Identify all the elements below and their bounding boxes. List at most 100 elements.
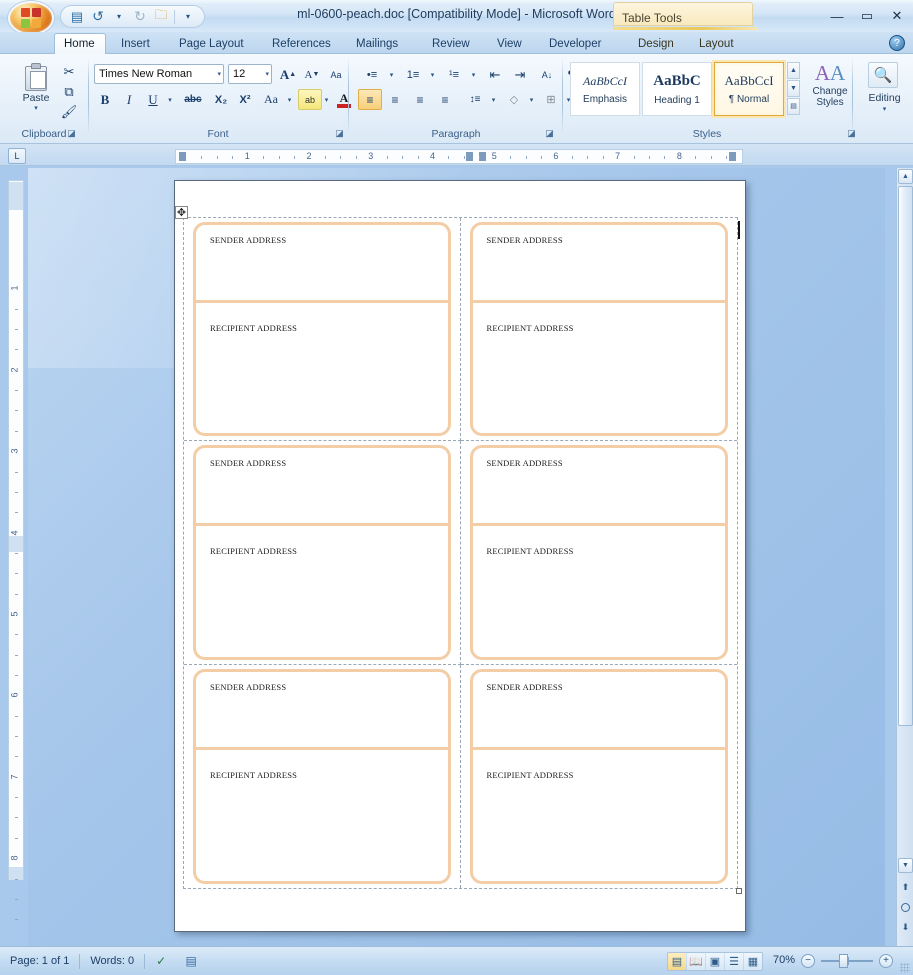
label-card[interactable]: SENDER ADDRESS RECIPIENT ADDRESS	[193, 669, 451, 884]
tab-insert[interactable]: Insert	[112, 34, 159, 54]
label-card[interactable]: SENDER ADDRESS RECIPIENT ADDRESS	[470, 222, 729, 436]
table-cell[interactable]: SENDER ADDRESS RECIPIENT ADDRESS	[184, 665, 461, 888]
bullets-dropdown-icon[interactable]: ▾	[386, 64, 397, 85]
table-cell[interactable]: SENDER ADDRESS RECIPIENT ADDRESS	[184, 218, 461, 441]
style-heading-1[interactable]: AaBbC Heading 1	[642, 62, 712, 116]
change-case-button[interactable]: Aa	[258, 89, 284, 110]
close-button[interactable]: ✕	[887, 8, 907, 24]
numbering-dropdown-icon[interactable]: ▾	[427, 64, 438, 85]
highlight-dropdown-icon[interactable]: ▾	[321, 89, 332, 110]
copy-button[interactable]: ⧉	[58, 82, 80, 101]
vertical-scrollbar[interactable]: ▲ ▼ ⬆ ⬇	[896, 168, 913, 946]
customize-qat-icon[interactable]: ▾	[178, 7, 198, 26]
label-card[interactable]: SENDER ADDRESS RECIPIENT ADDRESS	[470, 445, 729, 659]
font-size-dropdown-icon[interactable]: ▾	[265, 70, 269, 78]
editing-dropdown-icon[interactable]: ▾	[856, 105, 913, 113]
tab-mailings[interactable]: Mailings	[347, 34, 407, 54]
style-normal[interactable]: AaBbCcI ¶ Normal	[714, 62, 784, 116]
tab-home[interactable]: Home	[54, 33, 106, 54]
align-left-button[interactable]: ≡	[358, 89, 382, 110]
vertical-ruler[interactable]: 12345678	[8, 180, 24, 880]
zoom-thumb[interactable]	[839, 954, 848, 968]
open-icon[interactable]: 🗀	[151, 7, 171, 26]
shading-button[interactable]: ◇	[502, 89, 526, 110]
tab-design[interactable]: Design	[629, 34, 683, 54]
paste-button[interactable]: Paste ▾	[14, 60, 58, 122]
tab-page-layout[interactable]: Page Layout	[170, 34, 253, 54]
scroll-up-icon[interactable]: ▲	[898, 169, 913, 184]
multilevel-list-button[interactable]: ¹≡	[440, 64, 468, 85]
view-draft[interactable]: ▦	[744, 953, 762, 970]
tab-developer[interactable]: Developer	[540, 34, 610, 54]
clear-formatting-button[interactable]: Aa	[325, 64, 347, 85]
underline-dropdown-icon[interactable]: ▾	[164, 89, 176, 110]
subscript-button[interactable]: X₂	[210, 89, 232, 110]
font-name-dropdown-icon[interactable]: ▾	[217, 70, 221, 78]
undo-icon[interactable]: ↺	[88, 7, 108, 26]
font-size-input[interactable]: 12 ▾	[228, 64, 272, 84]
ruler-marker[interactable]	[466, 152, 473, 161]
minimize-button[interactable]: —	[827, 8, 847, 24]
zoom-slider[interactable]: − +	[801, 954, 893, 968]
help-icon[interactable]: ?	[889, 35, 905, 51]
increase-indent-button[interactable]: ⇥	[508, 64, 532, 85]
tab-view[interactable]: View	[488, 34, 531, 54]
label-card[interactable]: SENDER ADDRESS RECIPIENT ADDRESS	[193, 445, 451, 659]
font-name-input[interactable]: Times New Roman ▾	[94, 64, 224, 84]
table-cell[interactable]: SENDER ADDRESS RECIPIENT ADDRESS	[461, 441, 738, 664]
left-indent-marker[interactable]	[179, 152, 186, 161]
underline-button[interactable]: U	[142, 89, 164, 110]
select-browse-object-icon[interactable]	[901, 903, 910, 912]
label-card[interactable]: SENDER ADDRESS RECIPIENT ADDRESS	[470, 669, 729, 884]
bold-button[interactable]: B	[94, 89, 116, 110]
paragraph-dialog-launcher[interactable]: ◪	[544, 128, 555, 139]
office-button[interactable]	[8, 1, 54, 35]
decrease-indent-button[interactable]: ⇤	[483, 64, 507, 85]
scrollbar-thumb[interactable]	[898, 186, 913, 726]
redo-icon[interactable]: ↻	[130, 7, 150, 26]
next-page-icon[interactable]: ⬇	[899, 920, 912, 935]
view-web-layout[interactable]: ▣	[706, 953, 724, 970]
shading-dropdown-icon[interactable]: ▾	[526, 89, 537, 110]
view-full-screen-reading[interactable]: 📖	[687, 953, 705, 970]
scroll-down-icon[interactable]: ▼	[898, 858, 913, 873]
view-print-layout[interactable]: ▤	[668, 953, 686, 970]
clipboard-dialog-launcher[interactable]: ◪	[66, 128, 77, 139]
justify-button[interactable]: ≡	[433, 89, 457, 110]
change-case-dropdown-icon[interactable]: ▾	[284, 89, 295, 110]
tab-stop-selector[interactable]: L	[8, 148, 26, 164]
tab-review[interactable]: Review	[423, 34, 479, 54]
table-resize-handle[interactable]	[736, 888, 742, 894]
styles-more-icon[interactable]: ▤	[787, 98, 800, 115]
zoom-level[interactable]: 70%	[773, 954, 795, 966]
change-styles-button[interactable]: AA Change Styles	[806, 60, 854, 122]
strikethrough-button[interactable]: abc	[180, 89, 206, 110]
shrink-font-button[interactable]: A▼	[301, 64, 323, 85]
word-count[interactable]: Words: 0	[80, 955, 144, 967]
styles-scroll-up-icon[interactable]: ▲	[787, 62, 800, 79]
cut-button[interactable]: ✂	[58, 62, 80, 81]
styles-scroll-down-icon[interactable]: ▼	[787, 80, 800, 97]
sort-button[interactable]: A↓	[536, 64, 558, 85]
table-cell[interactable]: SENDER ADDRESS RECIPIENT ADDRESS	[461, 218, 738, 441]
editing-button[interactable]: 🔍	[868, 62, 898, 88]
undo-dropdown-icon[interactable]: ▾	[109, 7, 129, 26]
line-spacing-button[interactable]: ↕≡	[462, 89, 488, 110]
paste-dropdown-icon[interactable]: ▾	[34, 104, 38, 112]
numbering-button[interactable]: 1≡	[399, 64, 427, 85]
maximize-button[interactable]: ▭	[857, 8, 877, 24]
bullets-button[interactable]: •≡	[358, 64, 386, 85]
proofing-status-icon[interactable]: ✓	[151, 952, 171, 970]
tab-references[interactable]: References	[263, 34, 340, 54]
italic-button[interactable]: I	[118, 89, 140, 110]
label-card[interactable]: SENDER ADDRESS RECIPIENT ADDRESS	[193, 222, 451, 436]
text-highlight-button[interactable]: ab	[298, 89, 322, 110]
superscript-button[interactable]: X²	[234, 89, 256, 110]
line-spacing-dropdown-icon[interactable]: ▾	[488, 89, 499, 110]
align-center-button[interactable]: ≡	[383, 89, 407, 110]
table-cell[interactable]: SENDER ADDRESS RECIPIENT ADDRESS	[461, 665, 738, 888]
format-painter-button[interactable]: 🖌	[58, 102, 80, 121]
zoom-in-icon[interactable]: +	[879, 954, 893, 968]
page-indicator[interactable]: Page: 1 of 1	[0, 955, 79, 967]
label-table[interactable]: ✥ SENDER ADDRESS RECIPIENT ADDRESS	[183, 217, 738, 889]
